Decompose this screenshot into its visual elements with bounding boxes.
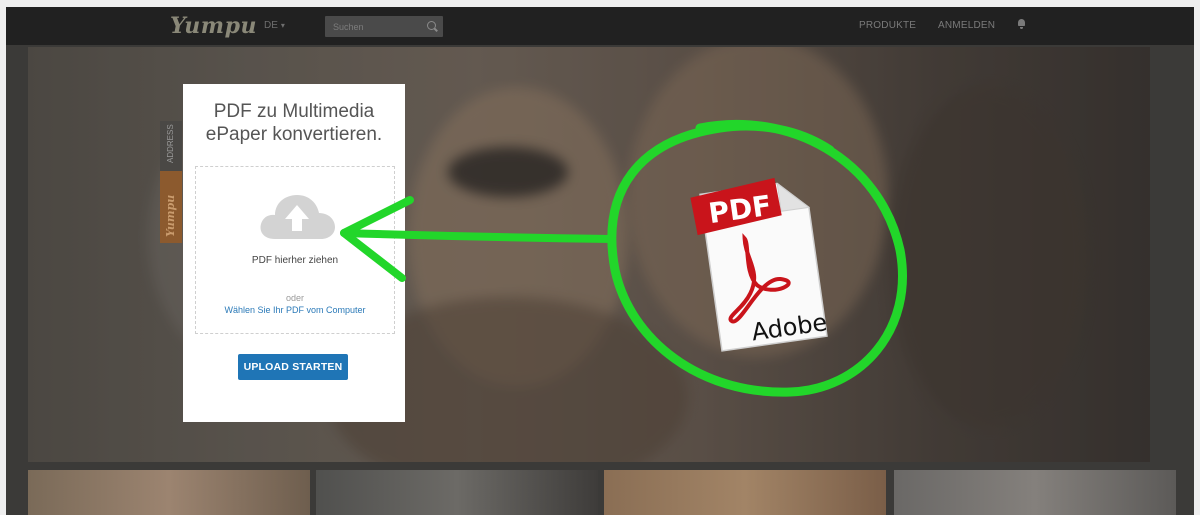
thumbnail-row [28,470,1194,515]
search-box [325,16,443,37]
search-input[interactable] [325,16,425,37]
side-tab-label: ADDRESS [166,124,175,163]
choose-file-link[interactable]: Wählen Sie Ihr PDF vom Computer [196,305,394,315]
yumpu-logo[interactable]: Yumpu [170,13,257,39]
thumbnail[interactable] [894,470,1176,515]
thumbnail[interactable] [604,470,886,515]
language-selector[interactable]: DE ▾ [264,20,285,31]
upload-start-button[interactable]: UPLOAD STARTEN [238,354,348,380]
card-title-line1: PDF zu Multimedia [213,101,375,122]
chevron-down-icon: ▾ [280,21,285,30]
nav-link-login[interactable]: ANMELDEN [938,20,995,31]
page: Yumpu DE▾ PRODUKTE ANMELDEN ADDRESS Yump… [6,7,1194,515]
thumbnail[interactable] [28,470,310,515]
search-icon[interactable] [427,21,436,30]
top-navbar: Yumpu DE▾ PRODUKTE ANMELDEN [6,7,1194,45]
upload-card: PDF zu Multimedia ePaper konvertieren. P… [183,84,405,422]
card-title-line2: ePaper konvertieren. [205,124,383,145]
cloud-upload-icon [260,195,335,239]
nav-link-products[interactable]: PRODUKTE [859,20,916,31]
or-label: oder [285,293,304,303]
pdf-dropzone[interactable]: PDF hierher ziehen oder Wählen Sie Ihr P… [195,166,395,334]
side-feedback-tab[interactable]: ADDRESS Yumpu [160,121,182,243]
card-title: PDF zu Multimedia ePaper konvertieren. [183,100,405,146]
drop-label: PDF hierher ziehen [251,255,339,266]
language-label: DE [264,20,278,31]
thumbnail[interactable] [316,470,598,515]
adobe-pdf-icon: PDF Adobe [690,177,828,352]
side-tab-logo: Yumpu [164,194,177,237]
bell-icon[interactable] [1017,19,1026,30]
